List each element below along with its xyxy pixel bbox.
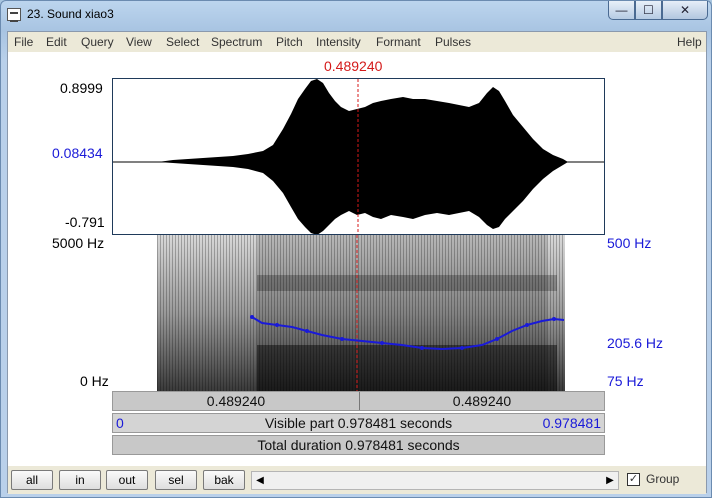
window-controls: — ☐ ✕	[608, 1, 708, 21]
title-bar[interactable]: 23. Sound xiao3 — ☐ ✕	[1, 1, 712, 29]
maximize-button[interactable]: ☐	[635, 1, 662, 20]
zoom-selection-button[interactable]: sel	[155, 470, 197, 490]
editor-client-area: File Edit Query View Select Spectrum Pit…	[7, 31, 707, 494]
total-duration-text: Total duration 0.978481 seconds	[257, 437, 460, 453]
group-checkbox[interactable]: ✓	[627, 472, 640, 486]
zoom-back-button[interactable]: bak	[203, 470, 245, 490]
zoom-all-button[interactable]: all	[11, 470, 53, 490]
cursor-time-label: 0.489240	[324, 58, 383, 74]
scroll-left-arrow-icon[interactable]: ◀	[252, 472, 268, 489]
drawing-area[interactable]: 0.489240 0.8999 0.08434 -0.791 5000 Hz 0…	[8, 52, 706, 466]
menu-file[interactable]: File	[14, 35, 33, 49]
menu-formant[interactable]: Formant	[376, 35, 421, 49]
spectrogram-min-freq: 0 Hz	[80, 373, 109, 389]
spectrogram-panel[interactable]	[112, 235, 605, 391]
pitch-min-label: 75 Hz	[607, 373, 644, 389]
group-toggle[interactable]: ✓ Group	[627, 472, 679, 486]
spectrogram-formant-band	[257, 275, 557, 291]
left-time-cell[interactable]: 0.489240	[113, 392, 359, 410]
spectrogram-plot	[157, 235, 565, 391]
pitch-value-label: 205.6 Hz	[607, 335, 664, 351]
waveform-min-label: -0.791	[65, 214, 105, 230]
waveform-cursor-value: 0.08434	[52, 145, 103, 161]
scroll-right-arrow-icon[interactable]: ▶	[602, 472, 618, 489]
window-title: 23. Sound xiao3	[27, 7, 114, 21]
right-time-cell[interactable]: 0.489240	[359, 392, 604, 410]
visible-end-label: 0.978481	[542, 415, 601, 431]
spectrogram-max-freq: 5000 Hz	[52, 235, 105, 251]
menu-edit[interactable]: Edit	[46, 35, 67, 49]
waveform-plot	[113, 79, 604, 234]
menu-pulses[interactable]: Pulses	[435, 35, 471, 49]
zoom-out-button[interactable]: out	[106, 470, 148, 490]
app-icon	[7, 8, 21, 22]
pitch-max-label: 500 Hz	[607, 235, 652, 251]
visible-part-bar[interactable]: 0 Visible part 0.978481 seconds 0.978481	[112, 413, 605, 433]
spectrogram-low-band	[257, 345, 557, 391]
praat-sound-window: 23. Sound xiao3 — ☐ ✕ File Edit Query Vi…	[0, 0, 712, 498]
menu-help[interactable]: Help	[677, 35, 702, 49]
cursor-time-bar[interactable]: 0.489240 0.489240	[112, 391, 605, 411]
visible-part-text: Visible part 0.978481 seconds	[264, 415, 453, 431]
waveform-panel[interactable]	[112, 78, 605, 235]
minimize-button[interactable]: —	[608, 1, 635, 20]
bottom-toolbar: all in out sel bak ◀ ▶ ✓ Group	[8, 466, 706, 494]
close-button[interactable]: ✕	[662, 1, 708, 20]
group-label: Group	[646, 472, 680, 486]
menu-query[interactable]: Query	[81, 35, 114, 49]
menu-select[interactable]: Select	[166, 35, 199, 49]
total-duration-bar[interactable]: Total duration 0.978481 seconds	[112, 435, 605, 455]
menu-bar: File Edit Query View Select Spectrum Pit…	[8, 32, 706, 52]
menu-spectrum[interactable]: Spectrum	[211, 35, 262, 49]
menu-view[interactable]: View	[126, 35, 152, 49]
zoom-in-button[interactable]: in	[59, 470, 101, 490]
horizontal-scrollbar[interactable]: ◀ ▶	[251, 471, 619, 490]
menu-pitch[interactable]: Pitch	[276, 35, 303, 49]
waveform-envelope	[158, 79, 568, 234]
menu-intensity[interactable]: Intensity	[316, 35, 361, 49]
waveform-max-label: 0.8999	[60, 80, 103, 96]
